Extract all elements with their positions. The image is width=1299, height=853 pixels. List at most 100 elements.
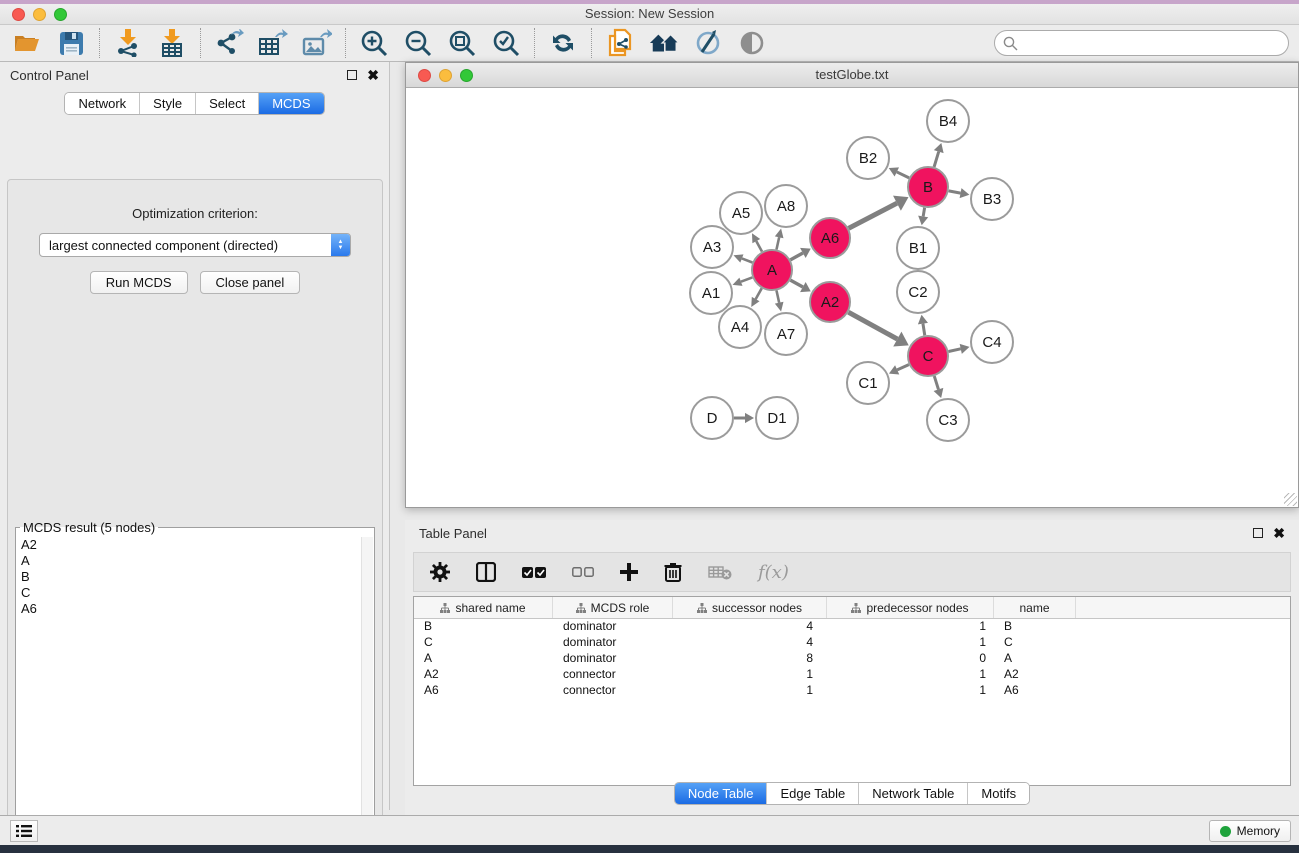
mcds-result-title: MCDS result (5 nodes) — [20, 520, 158, 535]
duplicate-network-icon[interactable] — [605, 28, 635, 58]
graph-edge-C-C3[interactable] — [934, 376, 938, 389]
control-panel: Control Panel ✖ NetworkStyleSelectMCDS O… — [0, 62, 390, 810]
resize-grip-icon[interactable] — [1284, 493, 1297, 506]
column-header-MCDS-role[interactable]: MCDS role — [553, 597, 673, 618]
network-canvas[interactable]: B4B2BB3A8A5A6A3B1AA1C2A2A4A7C4CC1DD1C3 — [406, 89, 1298, 507]
import-table-icon[interactable] — [157, 28, 187, 58]
search-input[interactable] — [1024, 36, 1280, 51]
memory-button[interactable]: Memory — [1209, 820, 1291, 842]
tab-network[interactable]: Network — [65, 93, 139, 114]
mcds-result-item[interactable]: A — [17, 553, 361, 569]
graph-edge-A2-C[interactable] — [848, 312, 897, 339]
open-session-icon[interactable] — [12, 28, 42, 58]
settings-icon[interactable] — [430, 562, 450, 582]
export-table-icon[interactable] — [258, 28, 288, 58]
export-network-icon[interactable] — [214, 28, 244, 58]
app-title-bar: Session: New Session — [0, 4, 1299, 25]
table-row[interactable]: A2connector11A2 — [414, 667, 1290, 683]
column-header-shared-name[interactable]: shared name — [414, 597, 553, 618]
column-header-successor-nodes[interactable]: successor nodes — [673, 597, 827, 618]
table-row[interactable]: Adominator80A — [414, 651, 1290, 667]
graph-node-label-B1: B1 — [909, 240, 927, 257]
mcds-result-item[interactable]: A2 — [17, 537, 361, 553]
graph-edge-C-C2[interactable] — [923, 324, 925, 336]
graph-edge-C-C4[interactable] — [949, 349, 961, 352]
delete-column-icon[interactable] — [664, 562, 682, 582]
graph-edge-B-B2[interactable] — [897, 172, 909, 178]
optimization-criterion-label: Optimization criterion: — [8, 206, 382, 221]
table-body: Bdominator41BCdominator41CAdominator80AA… — [414, 619, 1290, 699]
graph-edge-A-A7[interactable] — [776, 291, 779, 303]
mcds-result-box: MCDS result (5 nodes) A2ABCA6 — [15, 520, 375, 853]
mcds-result-item[interactable]: A6 — [17, 601, 361, 617]
table-row[interactable]: Bdominator41B — [414, 619, 1290, 635]
graph-edge-A-A2[interactable] — [790, 280, 802, 287]
graph-edge-A6-B[interactable] — [849, 203, 897, 228]
maximize-view-button[interactable] — [460, 69, 473, 82]
graph-node-label-A5: A5 — [732, 205, 750, 222]
mcds-result-item[interactable]: C — [17, 585, 361, 601]
graph-edge-A-A1[interactable] — [741, 277, 752, 281]
search-box[interactable] — [994, 30, 1289, 56]
zoom-out-icon[interactable] — [403, 28, 433, 58]
tab-edge-table[interactable]: Edge Table — [766, 783, 858, 804]
graph-arrowhead — [775, 228, 784, 238]
attribute-icon — [576, 603, 586, 613]
graph-edge-A-A4[interactable] — [756, 288, 762, 299]
add-column-icon[interactable] — [620, 563, 638, 581]
result-scrollbar[interactable] — [361, 537, 373, 853]
float-table-panel-icon[interactable] — [1253, 528, 1263, 538]
minimize-view-button[interactable] — [439, 69, 452, 82]
maximize-window-button[interactable] — [54, 8, 67, 21]
zoom-in-icon[interactable] — [359, 28, 389, 58]
table-header-row: shared nameMCDS rolesuccessor nodesprede… — [414, 597, 1290, 619]
column-header-predecessor-nodes[interactable]: predecessor nodes — [827, 597, 994, 618]
close-view-button[interactable] — [418, 69, 431, 82]
hide-icon[interactable] — [693, 28, 723, 58]
export-image-icon[interactable] — [302, 28, 332, 58]
graph-edge-A-A5[interactable] — [756, 241, 762, 251]
home-icon[interactable] — [649, 28, 679, 58]
table-row[interactable]: A6connector11A6 — [414, 683, 1290, 699]
save-session-icon[interactable] — [56, 28, 86, 58]
delete-table-icon[interactable] — [708, 564, 732, 580]
column-header-name[interactable]: name — [994, 597, 1076, 618]
graph-edge-A-A3[interactable] — [742, 258, 753, 262]
deselect-all-icon[interactable] — [572, 567, 594, 578]
graph-edge-A-A6[interactable] — [790, 253, 802, 260]
graph-node-label-B4: B4 — [939, 113, 957, 130]
mcds-result-item[interactable]: B — [17, 569, 361, 585]
tab-mcds[interactable]: MCDS — [258, 93, 323, 114]
zoom-selected-icon[interactable] — [491, 28, 521, 58]
tab-style[interactable]: Style — [139, 93, 195, 114]
network-window-title-bar[interactable]: testGlobe.txt — [406, 63, 1298, 88]
close-panel-button[interactable]: Close panel — [200, 271, 301, 294]
show-icon[interactable] — [737, 28, 767, 58]
graph-edge-B-B4[interactable] — [934, 152, 939, 167]
tab-motifs[interactable]: Motifs — [967, 783, 1029, 804]
table-row[interactable]: Cdominator41C — [414, 635, 1290, 651]
tab-node-table[interactable]: Node Table — [675, 783, 767, 804]
close-table-panel-icon[interactable]: ✖ — [1273, 528, 1285, 538]
close-panel-icon[interactable]: ✖ — [367, 70, 379, 80]
graph-edge-B-B3[interactable] — [949, 191, 961, 193]
refresh-icon[interactable] — [548, 28, 578, 58]
select-all-icon[interactable] — [522, 566, 546, 579]
minimize-window-button[interactable] — [33, 8, 46, 21]
run-mcds-button[interactable]: Run MCDS — [90, 271, 188, 294]
graph-edge-A-A8[interactable] — [776, 237, 779, 249]
zoom-fit-icon[interactable] — [447, 28, 477, 58]
optimization-criterion-select[interactable]: largest connected component (directed) ▲… — [39, 233, 351, 257]
optimization-criterion-value: largest connected component (directed) — [40, 238, 331, 253]
import-network-icon[interactable] — [113, 28, 143, 58]
function-icon[interactable]: f(x) — [758, 562, 789, 583]
close-window-button[interactable] — [12, 8, 25, 21]
tab-network-table[interactable]: Network Table — [858, 783, 967, 804]
task-history-button[interactable] — [10, 820, 38, 842]
graph-edge-C-C1[interactable] — [897, 365, 909, 370]
graph-edge-B-B1[interactable] — [923, 208, 924, 217]
tab-select[interactable]: Select — [195, 93, 258, 114]
float-panel-icon[interactable] — [347, 70, 357, 80]
split-view-icon[interactable] — [476, 562, 496, 582]
node-table: shared nameMCDS rolesuccessor nodesprede… — [413, 596, 1291, 786]
